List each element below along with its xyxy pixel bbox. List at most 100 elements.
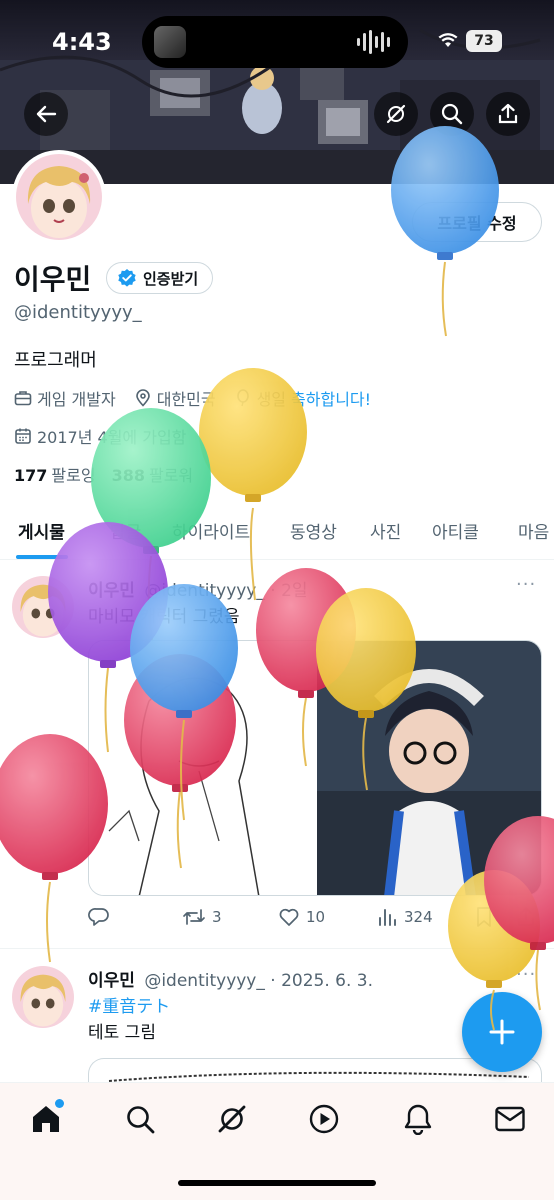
- home-notification-dot: [55, 1099, 64, 1108]
- repost-count: 3: [212, 908, 222, 926]
- post-author-name[interactable]: 이우민: [88, 971, 135, 991]
- get-verified-button[interactable]: 인증받기: [106, 262, 214, 294]
- search-button[interactable]: [430, 92, 474, 136]
- location-pin-icon: [135, 389, 150, 407]
- profile-handle: @identityyyy_: [14, 302, 142, 323]
- post-author-handle[interactable]: @identityyyy_: [144, 971, 265, 991]
- post-time[interactable]: · 2025. 6. 3.: [270, 971, 373, 991]
- nav-grok[interactable]: [214, 1101, 250, 1137]
- follow-stats: 177 팔로잉 388 팔로워: [14, 462, 193, 486]
- tab-highlights[interactable]: 하이라이트: [172, 518, 250, 543]
- post-avatar[interactable]: [12, 576, 74, 638]
- reply-icon: [88, 908, 109, 926]
- compose-button[interactable]: [462, 992, 542, 1072]
- profile-meta-row-2: 2017년 4월에 가입함: [14, 424, 198, 448]
- share-button[interactable]: [486, 92, 530, 136]
- balloon-icon: [236, 389, 249, 407]
- post-header: 이우민 @identityyyy_ · 2일: [88, 576, 308, 601]
- post-divider: [0, 948, 554, 949]
- profile-meta-row-1: 게임 개발자 대한민국 생일 축하합니다!: [14, 386, 383, 410]
- category-text: 게임 개발자: [37, 390, 116, 409]
- share-icon: [518, 907, 534, 926]
- post-text: 마비모 캐릭터 그렸음: [88, 607, 240, 627]
- nav-notifications[interactable]: [400, 1101, 436, 1137]
- status-time: 4:43: [52, 28, 112, 56]
- birthday-link[interactable]: 축하합니다!: [291, 386, 371, 410]
- repost-icon: [183, 909, 205, 925]
- share-post-button[interactable]: [516, 906, 536, 928]
- post-hashtag[interactable]: #重音テト: [88, 992, 170, 1017]
- post-more-button[interactable]: ···: [516, 964, 536, 985]
- verified-badge-icon: [118, 269, 136, 287]
- battery-indicator: 73: [466, 30, 502, 52]
- post-media[interactable]: [88, 640, 542, 896]
- post-more-button[interactable]: ···: [516, 574, 536, 595]
- post-actions: 3 10 324: [88, 904, 542, 934]
- dynamic-island[interactable]: [142, 16, 408, 68]
- post-author-handle[interactable]: @identityyyy_: [144, 581, 265, 601]
- profile-avatar[interactable]: [12, 150, 106, 244]
- bookmark-button[interactable]: [474, 906, 494, 928]
- bell-icon: [404, 1104, 432, 1135]
- home-indicator[interactable]: [178, 1180, 376, 1186]
- explore-icon: [127, 1106, 155, 1134]
- tab-photos[interactable]: 사진: [370, 518, 401, 543]
- calendar-icon: [15, 428, 31, 444]
- followers-link[interactable]: 388 팔로워: [112, 462, 194, 486]
- birthday-prefix: 생일: [256, 390, 287, 409]
- post-avatar-illustration: [12, 966, 74, 1028]
- tab-posts[interactable]: 게시물: [18, 518, 65, 543]
- wifi-icon: [438, 33, 458, 47]
- profile-name: 이우민: [14, 263, 92, 296]
- nav-messages[interactable]: [492, 1101, 528, 1137]
- followers-count: 388: [111, 466, 145, 485]
- post-header: 이우민 @identityyyy_ · 2025. 6. 3.: [88, 966, 373, 991]
- back-arrow-icon: [36, 105, 57, 123]
- tab-videos[interactable]: 동영상: [290, 518, 337, 543]
- post-time[interactable]: · 2일: [270, 581, 307, 601]
- location-text: 대한민국: [156, 390, 216, 409]
- bookmark-icon: [477, 907, 491, 927]
- video-icon: [309, 1104, 339, 1134]
- post-avatar[interactable]: [12, 966, 74, 1028]
- edit-profile-button[interactable]: 프로필 수정: [412, 202, 542, 242]
- following-label: 팔로잉: [51, 466, 96, 485]
- followers-label: 팔로워: [148, 466, 194, 485]
- tab-articles[interactable]: 아티클: [432, 518, 479, 543]
- views-icon: [379, 909, 396, 926]
- post-author-name[interactable]: 이우민: [88, 581, 135, 601]
- following-count: 177: [14, 466, 48, 485]
- tab-replies[interactable]: 답글: [110, 518, 141, 543]
- repost-button[interactable]: 3: [182, 906, 222, 928]
- briefcase-icon: [14, 391, 32, 406]
- view-count: 324: [404, 908, 433, 926]
- birthday-item: 생일 축하합니다!: [234, 386, 371, 410]
- nav-home[interactable]: [28, 1099, 64, 1137]
- get-verified-label: 인증받기: [143, 269, 199, 288]
- grok-icon: [218, 1105, 246, 1133]
- post-avatar-illustration: [12, 576, 74, 638]
- views-button[interactable]: 324: [376, 906, 433, 928]
- compose-icon: [489, 1019, 515, 1045]
- avatar-illustration: [16, 154, 102, 240]
- tab-likes[interactable]: 마음: [518, 518, 549, 543]
- post-text: 테토 그림: [88, 1023, 156, 1043]
- like-icon: [279, 908, 299, 926]
- nav-video[interactable]: [306, 1101, 342, 1137]
- reply-button[interactable]: [88, 906, 110, 928]
- profile-bio: 프로그래머: [14, 350, 97, 371]
- location-item: 대한민국: [134, 386, 216, 410]
- now-playing-thumbnail: [154, 26, 186, 58]
- joined-item: 2017년 4월에 가입함: [14, 424, 186, 448]
- joined-text: 2017년 4월에 가입함: [37, 428, 187, 447]
- back-button[interactable]: [24, 92, 68, 136]
- grok-icon: [386, 104, 406, 124]
- category-item: 게임 개발자: [14, 386, 116, 410]
- post-media-images: [89, 641, 541, 895]
- like-button[interactable]: 10: [278, 906, 325, 928]
- nav-explore[interactable]: [122, 1101, 158, 1137]
- audio-wave-icon: [357, 30, 390, 54]
- grok-button[interactable]: [374, 92, 418, 136]
- following-link[interactable]: 177 팔로잉: [14, 462, 96, 486]
- profile-tabs: 게시물 답글 하이라이트 동영상 사진 아티클 마음: [0, 504, 554, 560]
